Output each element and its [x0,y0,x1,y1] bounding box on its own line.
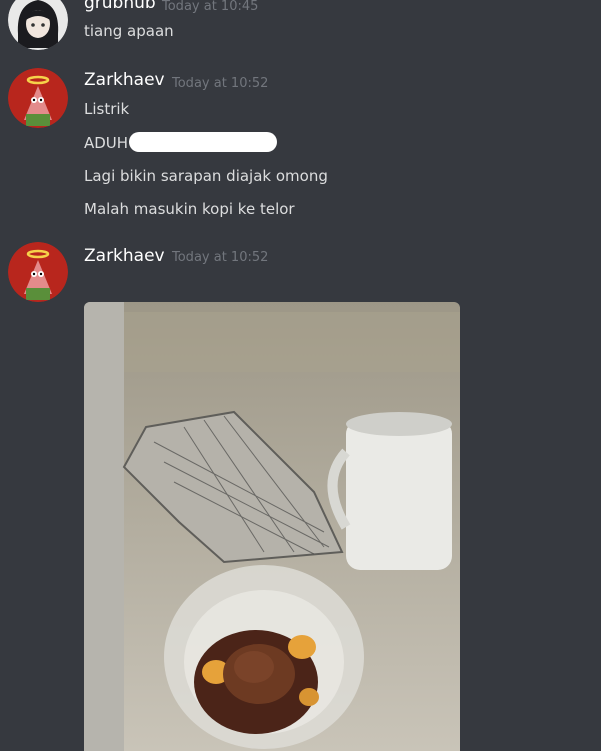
username[interactable]: Zarkhaev [84,70,165,90]
timestamp: Today at 10:45 [162,0,259,14]
message-text: ADUH [84,134,129,152]
message-zarkhaev-1: Zarkhaev Today at 10:52 Listrik ADUH Lag… [0,64,601,234]
redaction-scribble [129,132,277,152]
message-zarkhaev-2: Zarkhaev Today at 10:52 [0,238,601,308]
user-avatar[interactable] [8,68,68,128]
message-text: Listrik [84,100,130,118]
attached-photo[interactable] [84,302,460,751]
message-text: Malah masukin kopi ke telor [84,200,295,218]
timestamp: Today at 10:52 [172,76,269,91]
timestamp: Today at 10:52 [172,250,269,265]
message-text: tiang apaan [84,22,174,40]
message-text: Lagi bikin sarapan diajak omong [84,167,328,185]
username[interactable]: grubhub [84,0,156,13]
username[interactable]: Zarkhaev [84,246,165,266]
message-grubhub: grubhub Today at 10:45 tiang apaan [0,0,601,60]
user-avatar[interactable] [8,242,68,302]
user-avatar[interactable] [8,0,68,50]
